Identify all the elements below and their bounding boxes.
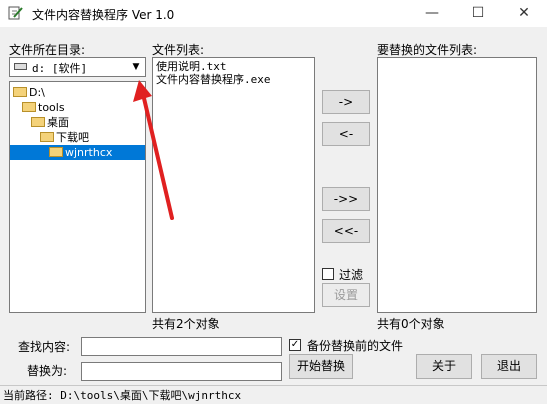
file-list-label: 文件列表: [152,43,205,57]
minimize-button[interactable]: — [409,0,455,27]
tree-item[interactable]: D:\ [10,85,145,100]
drive-icon [14,63,27,70]
replace-file-list[interactable] [377,57,537,313]
tree-item[interactable]: 桌面 [10,115,145,130]
add-button[interactable]: -> [322,90,370,114]
window-title: 文件内容替换程序 Ver 1.0 [32,8,175,22]
find-input[interactable] [81,337,282,356]
backup-checkbox[interactable]: ✓ [289,339,301,351]
tree-item[interactable]: tools [10,100,145,115]
current-path: 当前路径: D:\tools\桌面\下载吧\wjnrthcx [3,389,242,402]
replace-list-label: 要替换的文件列表: [377,43,478,57]
folder-icon [49,147,63,157]
folder-icon [13,87,27,97]
tree-item-label: wjnrthcx [65,146,113,159]
app-icon [8,6,23,20]
tree-item[interactable]: wjnrthcx [10,145,145,160]
settings-button[interactable]: 设置 [322,283,370,307]
folder-icon [40,132,54,142]
replace-label: 替换为: [27,364,68,378]
tree-item-label: 桌面 [47,116,69,129]
find-label: 查找内容: [18,340,71,354]
file-list-count: 共有2个对象 [152,317,220,331]
start-replace-button[interactable]: 开始替换 [289,354,353,379]
status-bar: 当前路径: D:\tools\桌面\下载吧\wjnrthcx [0,385,547,404]
drive-select[interactable]: d: [软件] ▼ [9,57,146,77]
tree-item-label: tools [38,101,65,114]
remove-all-button[interactable]: <<- [322,219,370,243]
replace-list-count: 共有0个对象 [377,317,445,331]
annotation-arrow [133,80,174,220]
directory-tree[interactable]: D:\ tools 桌面下载吧 wjnrthcx [9,81,146,313]
directory-label: 文件所在目录: [9,43,86,57]
title-bar: 文件内容替换程序 Ver 1.0 — ☐ ✕ [0,0,547,27]
list-item[interactable]: 使用说明.txt [153,60,314,73]
close-button[interactable]: ✕ [501,0,547,27]
chevron-down-icon[interactable]: ▼ [129,60,143,74]
tree-item-label: 下载吧 [56,131,89,144]
tree-item[interactable]: 下载吧 [10,130,145,145]
remove-button[interactable]: <- [322,122,370,146]
folder-icon [22,102,36,112]
folder-icon [31,117,45,127]
tree-item-label: D:\ [29,86,45,99]
exit-button[interactable]: 退出 [481,354,537,379]
replace-input[interactable] [81,362,282,381]
about-button[interactable]: 关于 [416,354,472,379]
backup-label: 备份替换前的文件 [307,339,404,353]
maximize-button[interactable]: ☐ [455,0,501,27]
filter-label: 过滤 [339,268,364,282]
filter-checkbox[interactable] [322,268,334,280]
add-all-button[interactable]: ->> [322,187,370,211]
drive-select-value: d: [软件] [32,62,88,75]
